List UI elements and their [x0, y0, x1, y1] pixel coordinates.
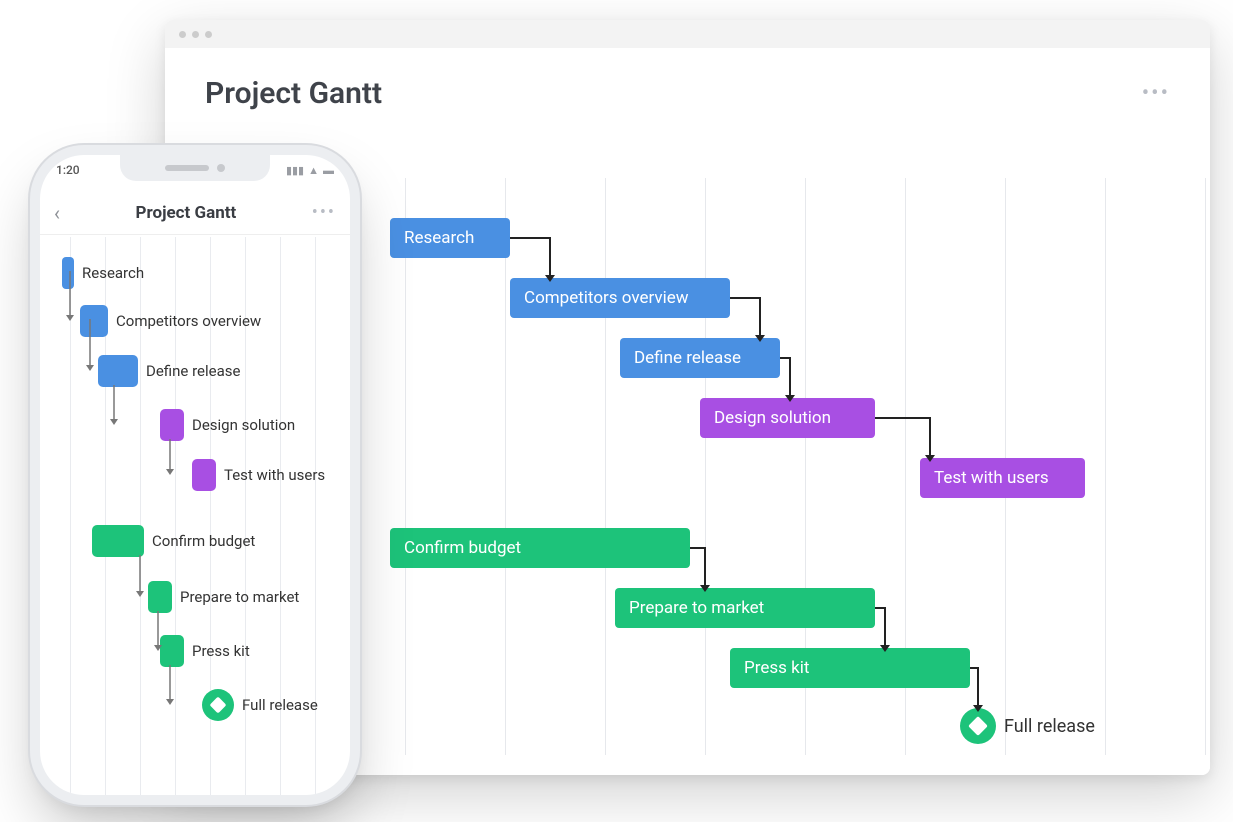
phone-gantt-label: Prepare to market: [180, 588, 299, 606]
gantt-gridline: [605, 178, 606, 755]
page-header: Project Gantt •••: [165, 48, 1210, 171]
gantt-bar-press[interactable]: Press kit: [730, 648, 970, 688]
phone-page-title: Project Gantt: [136, 203, 237, 223]
phone-gantt-label: Confirm budget: [152, 532, 255, 550]
phone-milestone-label: Full release: [242, 696, 318, 714]
traffic-max-icon[interactable]: [205, 31, 212, 38]
phone-gantt-gridline: [70, 237, 71, 795]
phone-gantt-label: Define release: [146, 362, 240, 380]
gantt-bar-competitors[interactable]: Competitors overview: [510, 278, 730, 318]
wifi-icon: ▲: [308, 164, 319, 177]
phone-header: ‹ Project Gantt •••: [40, 191, 350, 235]
gantt-bar-research[interactable]: Research: [390, 218, 510, 258]
phone-milestone-icon[interactable]: [202, 689, 234, 721]
phone-gantt-bar-research[interactable]: [62, 257, 74, 289]
phone-gantt-chart: Research Competitors overview Define relea…: [40, 237, 350, 795]
phone-gantt-bar-budget[interactable]: [92, 525, 144, 557]
milestone-label: Full release: [1004, 716, 1095, 737]
traffic-close-icon[interactable]: [179, 31, 186, 38]
battery-icon: ▬: [323, 164, 334, 177]
gantt-bar-define[interactable]: Define release: [620, 338, 780, 378]
phone-gantt-bar-test[interactable]: [192, 459, 216, 491]
phone-gantt-row-test[interactable]: Test with users: [192, 459, 325, 491]
traffic-min-icon[interactable]: [192, 31, 199, 38]
phone-gantt-label: Design solution: [192, 416, 295, 434]
page-title: Project Gantt: [205, 76, 382, 111]
more-menu-icon[interactable]: •••: [1142, 81, 1170, 106]
gantt-gridline: [1105, 178, 1106, 755]
phone-dependency-arrow: [108, 385, 122, 429]
gantt-bar-market[interactable]: Prepare to market: [615, 588, 875, 628]
phone-gantt-row-budget[interactable]: Confirm budget: [92, 525, 255, 557]
gantt-gridline: [705, 178, 706, 755]
browser-titlebar: [165, 20, 1210, 48]
phone-gantt-row-define[interactable]: Define release: [98, 355, 240, 387]
gantt-gridline: [405, 178, 406, 755]
gantt-bar-budget[interactable]: Confirm budget: [390, 528, 690, 568]
phone-clock: 1:20: [56, 163, 80, 177]
back-icon[interactable]: ‹: [54, 201, 60, 225]
phone-gantt-row-design[interactable]: Design solution: [160, 409, 295, 441]
phone-more-menu-icon[interactable]: •••: [312, 202, 336, 223]
phone-status-bar: 1:20 ▮▮▮ ▲ ▬: [56, 163, 334, 177]
phone-gantt-row-research[interactable]: Research: [62, 257, 144, 289]
phone-gantt-label: Research: [82, 264, 144, 282]
phone-gantt-label: Test with users: [224, 466, 325, 484]
gantt-bar-design[interactable]: Design solution: [700, 398, 875, 438]
phone-mockup: 1:20 ▮▮▮ ▲ ▬ ‹ Project Gantt ••• Researc…: [40, 155, 350, 795]
phone-dependency-arrow: [134, 555, 148, 601]
phone-milestone-row[interactable]: Full release: [202, 689, 318, 721]
milestone-icon[interactable]: [960, 708, 996, 744]
gantt-gridline: [1205, 178, 1206, 755]
phone-gantt-bar-press[interactable]: [160, 635, 184, 667]
gantt-gridline: [505, 178, 506, 755]
phone-gantt-row-press[interactable]: Press kit: [160, 635, 250, 667]
signal-icon: ▮▮▮: [286, 164, 304, 177]
phone-gantt-bar-define[interactable]: [98, 355, 138, 387]
gantt-bar-test[interactable]: Test with users: [920, 458, 1085, 498]
phone-gantt-bar-design[interactable]: [160, 409, 184, 441]
phone-gantt-bar-market[interactable]: [148, 581, 172, 613]
phone-gantt-row-competitors[interactable]: Competitors overview: [80, 305, 261, 337]
phone-gantt-label: Competitors overview: [116, 312, 261, 330]
phone-gantt-bar-competitors[interactable]: [80, 305, 108, 337]
phone-gantt-label: Press kit: [192, 642, 250, 660]
phone-gantt-row-market[interactable]: Prepare to market: [148, 581, 299, 613]
